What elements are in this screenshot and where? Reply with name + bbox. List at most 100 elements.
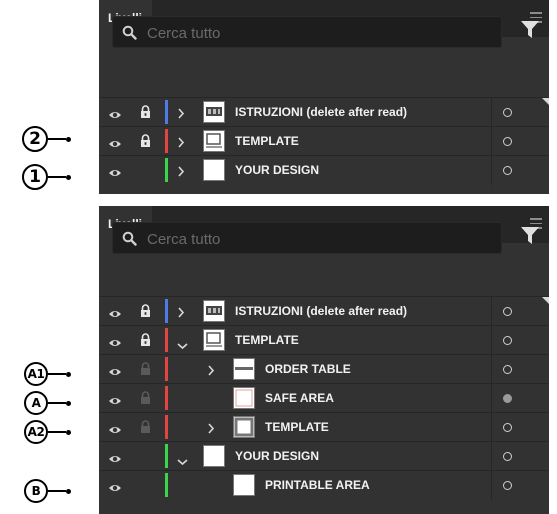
visibility-eye-icon[interactable] (108, 107, 122, 125)
search-input[interactable] (147, 229, 487, 249)
target-circle-icon[interactable] (503, 452, 512, 461)
chevron-right-icon[interactable] (207, 363, 215, 381)
layer-thumbnail (203, 329, 225, 351)
callout-dot (66, 136, 71, 142)
chevron-down-icon[interactable] (177, 337, 188, 355)
layer-row[interactable]: SAFE AREA (99, 383, 549, 413)
search-icon (122, 231, 137, 246)
visibility-eye-icon[interactable] (108, 422, 122, 440)
layer-name[interactable]: SAFE AREA (265, 391, 334, 405)
layer-name[interactable]: YOUR DESIGN (235, 449, 319, 463)
target-circle-icon[interactable] (503, 365, 512, 374)
callout-line (48, 176, 66, 178)
filter-icon[interactable] (520, 226, 540, 246)
selected-corner-icon (542, 297, 549, 304)
layer-row[interactable]: TEMPLATE (99, 412, 549, 442)
layers-panel-collapsed: Livelli ISTRUZIONI (delete after read)TE… (99, 0, 549, 194)
target-circle-icon[interactable] (503, 166, 512, 175)
target-separator (491, 471, 492, 500)
visibility-eye-icon[interactable] (108, 136, 122, 154)
lock-icon[interactable] (140, 391, 151, 409)
target-circle-icon[interactable] (503, 307, 512, 316)
layer-name[interactable]: TEMPLATE (265, 420, 329, 434)
target-separator (491, 98, 492, 127)
visibility-eye-icon[interactable] (108, 364, 122, 382)
callout-a: A (24, 391, 71, 415)
target-circle-icon[interactable] (503, 108, 512, 117)
callout-b: B (24, 479, 71, 503)
chevron-right-icon[interactable] (177, 164, 185, 182)
lock-icon[interactable] (140, 134, 151, 152)
search-box[interactable] (112, 222, 502, 254)
lock-icon[interactable] (140, 420, 151, 438)
callout-dot (66, 488, 71, 494)
visibility-eye-icon[interactable] (108, 165, 122, 183)
layer-thumbnail (203, 101, 225, 123)
layer-color-bar (165, 158, 168, 182)
callout-line (48, 490, 66, 492)
target-circle-icon[interactable] (503, 394, 512, 403)
visibility-eye-icon[interactable] (108, 393, 122, 411)
layer-color-bar (165, 357, 168, 381)
layer-list: ISTRUZIONI (delete after read) TEMPLATE OR… (99, 296, 549, 500)
layer-name[interactable]: TEMPLATE (235, 134, 299, 148)
search-icon (122, 25, 137, 40)
search-input[interactable] (147, 23, 487, 43)
visibility-eye-icon[interactable] (108, 335, 122, 353)
chevron-right-icon[interactable] (207, 421, 215, 439)
chevron-down-icon[interactable] (177, 453, 188, 471)
layer-name[interactable]: YOUR DESIGN (235, 163, 319, 177)
lock-icon[interactable] (140, 333, 151, 351)
layer-color-bar (165, 100, 168, 124)
chevron-right-icon[interactable] (177, 135, 185, 153)
layer-name[interactable]: ISTRUZIONI (delete after read) (235, 105, 407, 119)
filter-icon[interactable] (520, 20, 540, 40)
layer-row[interactable]: TEMPLATE (99, 325, 549, 355)
layer-thumbnail (203, 445, 225, 467)
layer-row[interactable]: PRINTABLE AREA (99, 470, 549, 500)
target-circle-icon[interactable] (503, 137, 512, 146)
layer-row[interactable]: ORDER TABLE (99, 354, 549, 384)
callout-badge: 1 (22, 164, 48, 190)
lock-icon[interactable] (140, 105, 151, 123)
callout-badge: 2 (22, 126, 48, 152)
layer-name[interactable]: PRINTABLE AREA (265, 478, 370, 492)
visibility-eye-icon[interactable] (108, 306, 122, 324)
layer-name[interactable]: ISTRUZIONI (delete after read) (235, 304, 407, 318)
lock-icon[interactable] (140, 304, 151, 322)
layer-row[interactable]: TEMPLATE (99, 126, 549, 156)
layer-color-bar (165, 415, 168, 439)
layer-name[interactable]: TEMPLATE (235, 333, 299, 347)
target-circle-icon[interactable] (503, 336, 512, 345)
search-box[interactable] (112, 16, 502, 48)
callout-badge: A2 (24, 420, 48, 444)
target-separator (491, 326, 492, 355)
callout-1: 1 (22, 164, 71, 190)
lock-icon[interactable] (140, 362, 151, 380)
visibility-eye-icon[interactable] (108, 480, 122, 498)
layer-row[interactable]: ISTRUZIONI (delete after read) (99, 97, 549, 127)
target-circle-icon[interactable] (503, 423, 512, 432)
callout-line (48, 373, 66, 375)
layer-thumbnail (233, 416, 255, 438)
target-separator (491, 156, 492, 185)
visibility-eye-icon[interactable] (108, 451, 122, 469)
layer-row[interactable]: YOUR DESIGN (99, 155, 549, 185)
chevron-right-icon[interactable] (177, 305, 185, 323)
target-circle-icon[interactable] (503, 481, 512, 490)
layer-thumbnail (233, 474, 255, 496)
callout-dot (66, 174, 71, 180)
callout-dot (66, 400, 71, 406)
callout-a1: A1 (24, 362, 71, 386)
layer-color-bar (165, 386, 168, 410)
layer-thumbnail (203, 300, 225, 322)
callout-2: 2 (22, 126, 71, 152)
layer-color-bar (165, 129, 168, 153)
callout-badge: A (24, 391, 48, 415)
chevron-right-icon[interactable] (177, 106, 185, 124)
layer-row[interactable]: ISTRUZIONI (delete after read) (99, 296, 549, 326)
layer-name[interactable]: ORDER TABLE (265, 362, 351, 376)
target-separator (491, 384, 492, 413)
layer-row[interactable]: YOUR DESIGN (99, 441, 549, 471)
callout-dot (66, 371, 71, 377)
